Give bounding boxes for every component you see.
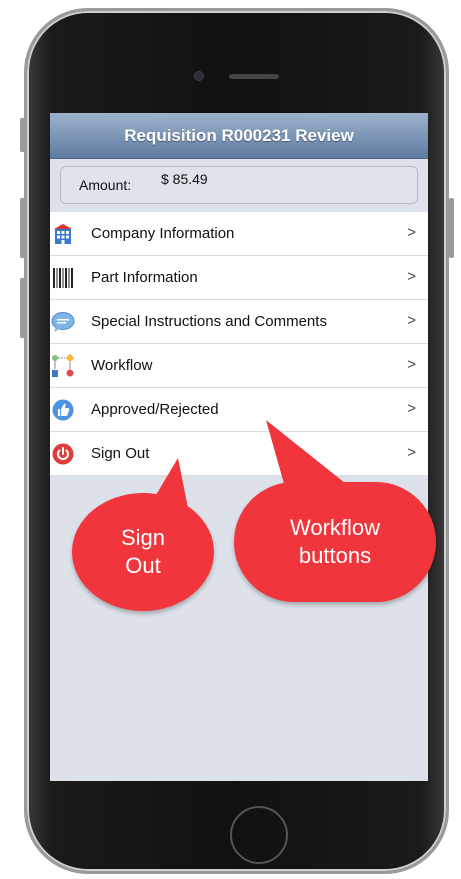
sign-out-callout-line2: Out: [125, 553, 161, 578]
workflow-callout: Workflow buttons: [234, 482, 436, 602]
sign-out-callout-line1: Sign: [120, 525, 166, 550]
workflow-callout-line1: Workflow: [289, 515, 381, 540]
callout-tails: [150, 420, 360, 508]
sign-out-callout: Sign Out: [72, 493, 214, 611]
workflow-callout-line2: buttons: [298, 543, 372, 568]
